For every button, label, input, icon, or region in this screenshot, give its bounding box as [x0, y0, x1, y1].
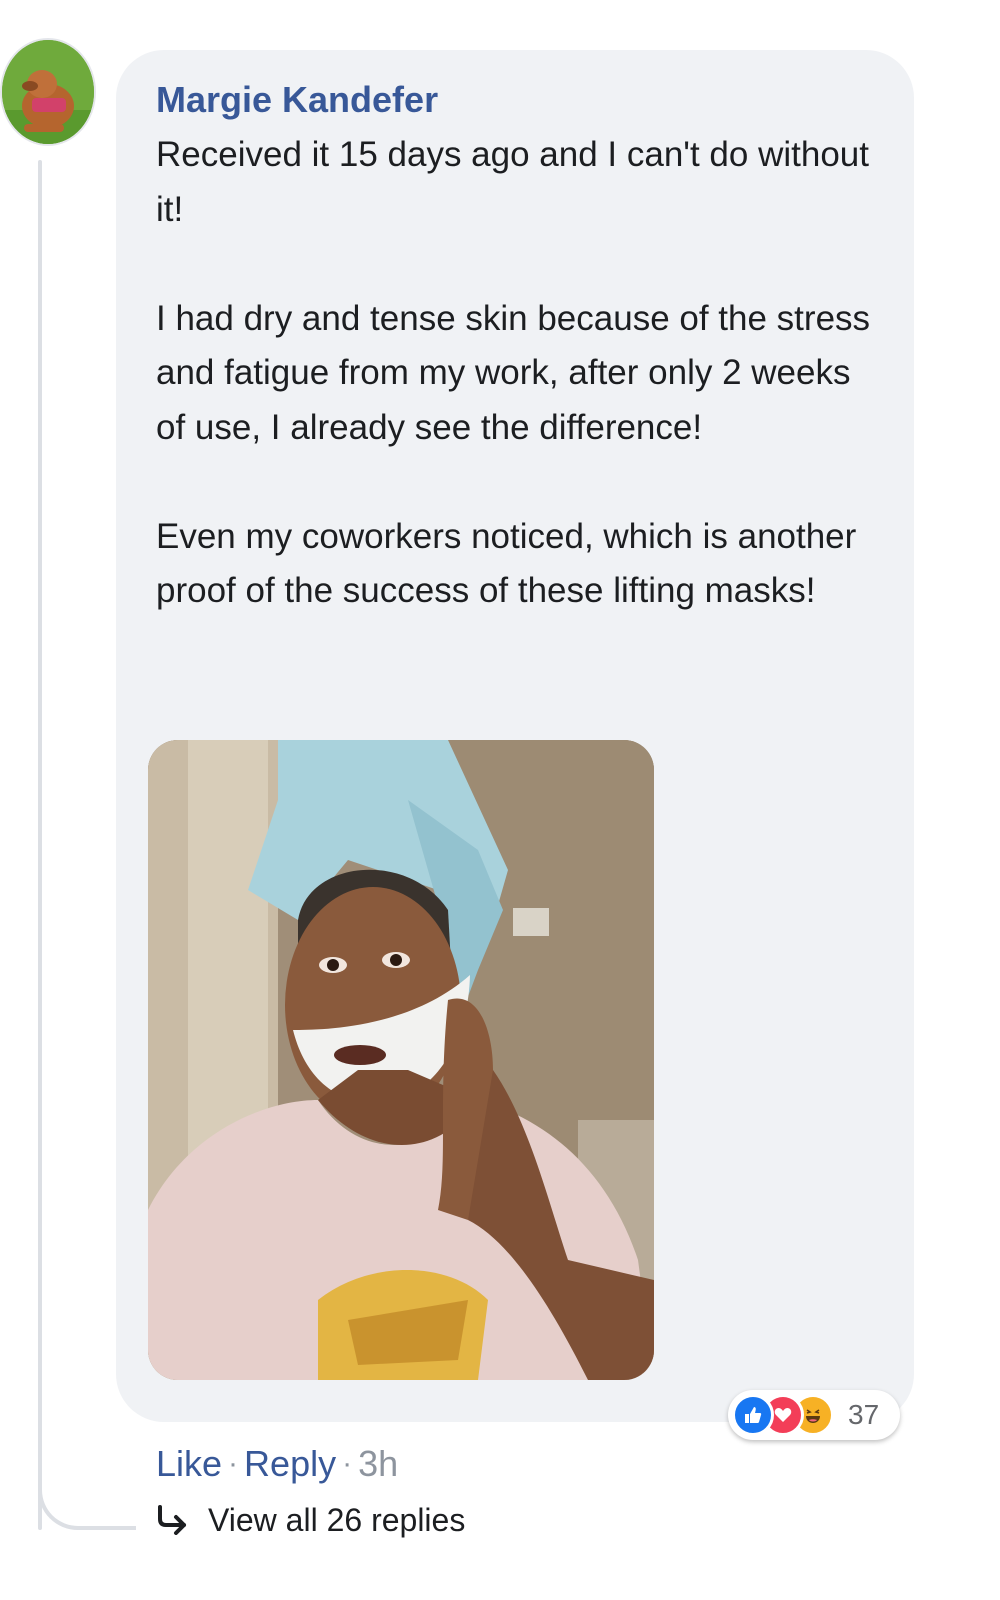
avatar[interactable]: [0, 38, 96, 146]
view-replies-label: View all 26 replies: [208, 1502, 466, 1538]
like-button[interactable]: Like: [156, 1442, 222, 1486]
reply-button[interactable]: Reply: [244, 1442, 336, 1486]
view-replies-link[interactable]: View all 26 replies: [156, 1500, 465, 1540]
reaction-count: 37: [848, 1399, 880, 1430]
comment-paragraph: I had dry and tense skin because of the …: [156, 298, 871, 447]
thread-line: [38, 160, 42, 1530]
comment-paragraph: Received it 15 days ago and I can't do w…: [156, 135, 869, 229]
comment-photo[interactable]: [148, 740, 654, 1380]
comment-timestamp[interactable]: 3h: [358, 1442, 398, 1486]
like-icon: [732, 1394, 774, 1436]
comment-actions: Like · Reply · 3h: [156, 1442, 398, 1486]
reactions-summary[interactable]: 37: [728, 1390, 900, 1440]
reply-arrow-icon: [158, 1505, 186, 1535]
separator-dot: ·: [228, 1447, 239, 1480]
comment-body: Received it 15 days ago and I can't do w…: [156, 128, 876, 619]
comment-thread: Margie Kandefer Received it 15 days ago …: [0, 0, 1000, 1600]
separator-dot: ·: [342, 1447, 353, 1480]
comment-paragraph: Even my coworkers noticed, which is anot…: [156, 516, 857, 611]
comment-author[interactable]: Margie Kandefer: [156, 80, 438, 120]
thread-line-curve: [38, 1450, 136, 1530]
